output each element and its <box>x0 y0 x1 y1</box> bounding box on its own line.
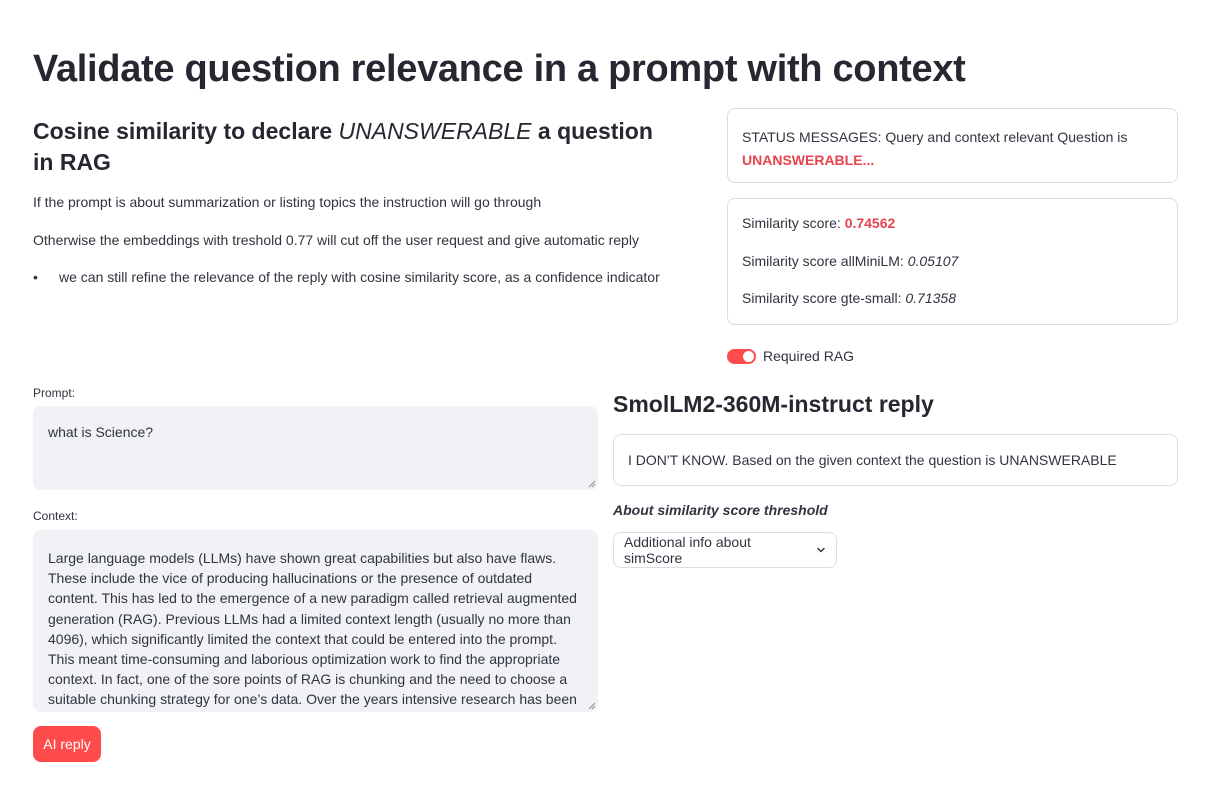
status-value: UNANSWERABLE... <box>742 152 875 168</box>
similarity-score-box: Similarity score: 0.74562 Similarity sco… <box>727 198 1178 325</box>
similarity-score-label: Similarity score: <box>742 215 845 231</box>
allminilm-score-label: Similarity score allMiniLM: <box>742 253 908 269</box>
context-label: Context: <box>33 509 78 523</box>
section-subtitle: Cosine similarity to declare UNANSWERABL… <box>33 116 673 178</box>
status-prefix: STATUS MESSAGES: Query and context relev… <box>742 129 1128 145</box>
prompt-textarea[interactable]: what is Science? <box>33 406 598 490</box>
context-value: Large language models (LLMs) have shown … <box>48 550 577 712</box>
required-rag-label: Required RAG <box>763 348 855 364</box>
gte-score-label: Similarity score gte-small: <box>742 290 906 306</box>
gte-score-line: Similarity score gte-small: 0.71358 <box>742 290 956 306</box>
about-threshold-label: About similarity score threshold <box>613 502 828 518</box>
allminilm-score-value: 0.05107 <box>907 253 959 269</box>
status-message-box: STATUS MESSAGES: Query and context relev… <box>727 108 1178 183</box>
reply-heading: SmolLM2-360M-instruct reply <box>613 391 934 417</box>
intro-paragraph-1: If the prompt is about summarization or … <box>33 194 542 210</box>
allminilm-score-line: Similarity score allMiniLM: 0.05107 <box>742 253 958 269</box>
toggle-knob <box>743 351 754 362</box>
expander-label: Additional info about simScore <box>624 534 751 566</box>
subtitle-emphasis: UNANSWERABLE <box>338 118 532 144</box>
resize-handle-icon[interactable] <box>588 702 596 710</box>
prompt-value: what is Science? <box>48 424 154 440</box>
bullet-dot: • <box>33 269 38 285</box>
intro-bullet: • we can still refine the relevance of th… <box>33 269 660 285</box>
chevron-down-icon <box>816 545 826 555</box>
similarity-score-value: 0.74562 <box>844 215 896 231</box>
ai-reply-button[interactable]: AI reply <box>33 726 101 762</box>
page-title: Validate question relevance in a prompt … <box>33 48 966 90</box>
gte-score-value: 0.71358 <box>905 290 956 306</box>
similarity-score-line: Similarity score: 0.74562 <box>742 215 895 231</box>
prompt-label: Prompt: <box>33 386 76 400</box>
reply-text: I DON'T KNOW. Based on the given context… <box>628 452 1117 468</box>
required-rag-toggle[interactable] <box>727 349 756 364</box>
simscore-expander[interactable]: Additional info about simScore <box>613 532 837 568</box>
intro-paragraph-2: Otherwise the embeddings with treshold 0… <box>33 232 639 248</box>
subtitle-text-pre: Cosine similarity to declare <box>33 118 339 144</box>
context-textarea[interactable]: Large language models (LLMs) have shown … <box>33 530 598 712</box>
reply-box: I DON'T KNOW. Based on the given context… <box>613 434 1178 486</box>
bullet-text: we can still refine the relevance of the… <box>59 269 660 285</box>
resize-handle-icon[interactable] <box>588 480 596 488</box>
